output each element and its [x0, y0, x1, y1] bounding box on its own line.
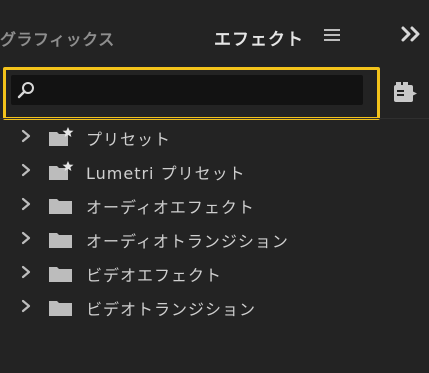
panel-menu-icon[interactable]	[324, 29, 340, 45]
tab-effects[interactable]: エフェクト	[214, 25, 304, 50]
chevron-right-icon[interactable]	[20, 231, 32, 245]
chevron-right-icon[interactable]	[20, 129, 32, 143]
chevron-right-icon[interactable]	[20, 299, 32, 313]
tree-item-video-effects[interactable]: ビデオエフェクト	[14, 257, 424, 287]
tree-item-label: ビデオエフェクト	[86, 266, 223, 285]
tree-item-audio-transitions[interactable]: オーディオトランジション	[14, 223, 424, 253]
panel-divider	[0, 118, 429, 119]
tree-item-audio-effects[interactable]: オーディオエフェクト	[14, 189, 424, 219]
panel-tab-bar: グラフィックス エフェクト	[0, 0, 429, 62]
tab-graphics-label: グラフィックス	[0, 30, 115, 49]
tree-item-label: ビデオトランジション	[86, 300, 257, 319]
panel-overflow-icon[interactable]	[400, 24, 422, 44]
folder-icon	[49, 267, 72, 282]
search-input[interactable]	[11, 75, 363, 105]
tree-item-presets[interactable]: プリセット	[14, 121, 424, 151]
tree-item-label: オーディオトランジション	[86, 232, 289, 251]
tab-graphics[interactable]: グラフィックス	[0, 26, 115, 50]
folder-icon	[49, 233, 72, 248]
preset-folder-icon	[49, 161, 74, 180]
folder-icon	[49, 301, 72, 316]
new-custom-bin-icon[interactable]	[393, 81, 419, 105]
chevron-right-icon[interactable]	[20, 197, 32, 211]
tree-item-video-transitions[interactable]: ビデオトランジション	[14, 291, 424, 321]
tree-item-label: オーディオエフェクト	[86, 198, 255, 217]
preset-folder-icon	[49, 127, 74, 146]
tree-item-lumetri-presets[interactable]: Lumetri プリセット	[14, 155, 424, 185]
tab-effects-label: エフェクト	[214, 30, 304, 50]
chevron-right-icon[interactable]	[20, 163, 32, 177]
folder-icon	[49, 199, 72, 214]
effects-panel: グラフィックス エフェクト プリセット Lumetri プリセット オーディオエ…	[0, 0, 429, 373]
chevron-right-icon[interactable]	[20, 265, 32, 279]
tree-item-label: Lumetri プリセット	[86, 164, 246, 183]
tree-item-label: プリセット	[86, 130, 172, 149]
